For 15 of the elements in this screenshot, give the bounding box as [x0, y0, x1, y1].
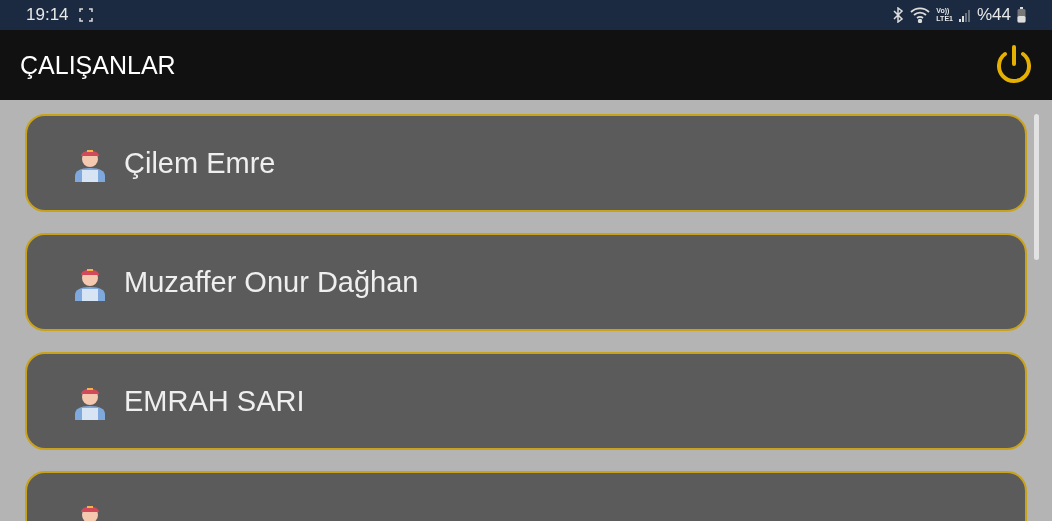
employee-name: EMRAH SARI [124, 384, 305, 418]
employee-name: Çilem Emre [124, 146, 276, 180]
clock: 19:14 [26, 5, 69, 25]
wifi-icon [910, 7, 931, 23]
employee-card[interactable]: EMRAH SARI [25, 352, 1027, 450]
bluetooth-icon [892, 7, 905, 23]
employee-card[interactable]: Çilem Emre [25, 114, 1027, 212]
employee-card[interactable]: Muzaffer Onur Dağhan [25, 233, 1027, 331]
scrollbar[interactable] [1034, 114, 1039, 260]
battery-percent: %44 [976, 5, 1011, 25]
screen-title: ÇALIŞANLAR [20, 50, 176, 80]
signal-icon [958, 8, 971, 22]
battery-icon [1017, 7, 1026, 23]
employee-name: Muzaffer Onur Dağhan [124, 265, 419, 299]
screenshot-icon [78, 8, 93, 22]
